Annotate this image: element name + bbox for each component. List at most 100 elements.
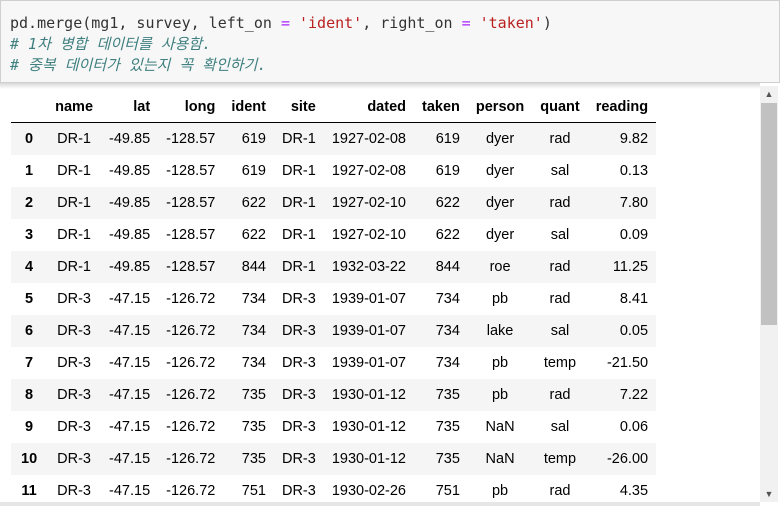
cell-ident: 734 — [241, 323, 266, 339]
table-row: 4 DR-1 -49.85 -128.57 844 DR-1 1932-03-22 844 ro… — [11, 251, 657, 283]
cell-quant: rad — [549, 259, 571, 275]
dataframe-table: name lat long ident site dated taken person quan… — [11, 92, 657, 506]
cell-quant: sal — [550, 227, 570, 243]
cell-ident: 844 — [241, 259, 266, 275]
cell-dated: 1927-02-10 — [331, 227, 406, 243]
cell-lat: -47.15 — [109, 355, 151, 371]
cell-person: pb — [491, 355, 509, 371]
cell-ident: 734 — [241, 355, 266, 371]
vertical-scrollbar[interactable]: ▲ ▼ — [760, 86, 778, 502]
cell-name: DR-3 — [57, 387, 91, 403]
code-comment: # 1차 병합 데이터를 사용함. — [10, 35, 212, 53]
cell-quant: rad — [549, 291, 571, 307]
row-index: 0 — [25, 131, 34, 147]
horizontal-scroll-track — [0, 502, 760, 506]
cell-reading: 7.22 — [619, 387, 649, 403]
cell-site: DR-1 — [281, 259, 316, 275]
cell-name: DR-1 — [57, 259, 91, 275]
cell-ident: 619 — [241, 163, 266, 179]
cell-person: dyer — [485, 163, 515, 179]
cell-person: pb — [491, 291, 509, 307]
cell-quant: rad — [549, 195, 571, 211]
column-header-lat: lat — [101, 92, 159, 123]
cell-ident: 735 — [241, 451, 266, 467]
cell-person: NaN — [485, 419, 515, 435]
cell-quant: rad — [549, 387, 571, 403]
output-area[interactable]: name lat long ident site dated taken person quan… — [0, 83, 782, 506]
cell-long: -128.57 — [166, 131, 216, 147]
scroll-up-icon[interactable]: ▲ — [760, 86, 778, 102]
code-comment: # 중복 데이터가 있는지 꼭 확인하기. — [10, 56, 267, 74]
cell-long: -126.72 — [166, 291, 216, 307]
row-index: 8 — [25, 387, 34, 403]
row-index: 5 — [25, 291, 34, 307]
cell-dated: 1927-02-08 — [331, 163, 406, 179]
cell-name: DR-3 — [57, 323, 91, 339]
cell-reading: 7.80 — [619, 195, 649, 211]
cell-taken: 734 — [435, 323, 460, 339]
cell-name: DR-1 — [57, 163, 91, 179]
cell-person: roe — [489, 259, 511, 275]
cell-ident: 735 — [241, 419, 266, 435]
cell-lat: -47.15 — [109, 451, 151, 467]
cell-taken: 735 — [435, 419, 460, 435]
row-index: 1 — [25, 163, 34, 179]
column-header-dated: dated — [323, 92, 414, 123]
cell-reading: 9.82 — [619, 131, 649, 147]
cell-person: NaN — [485, 451, 515, 467]
cell-taken: 735 — [435, 387, 460, 403]
cell-lat: -49.85 — [109, 227, 151, 243]
cell-dated: 1939-01-07 — [331, 323, 406, 339]
cell-site: DR-3 — [281, 387, 316, 403]
cell-dated: 1930-01-12 — [331, 451, 406, 467]
cell-quant: sal — [550, 323, 570, 339]
code-cell[interactable]: pd.merge(mg1, survey, left_on = 'ident',… — [0, 0, 780, 83]
cell-taken: 619 — [435, 163, 460, 179]
cell-reading: -21.50 — [606, 355, 649, 371]
cell-site: DR-1 — [281, 163, 316, 179]
cell-reading: 0.05 — [619, 323, 649, 339]
cell-dated: 1939-01-07 — [331, 291, 406, 307]
cell-long: -126.72 — [166, 419, 216, 435]
cell-quant: temp — [543, 355, 577, 371]
cell-long: -126.72 — [166, 451, 216, 467]
cell-site: DR-1 — [281, 131, 316, 147]
scroll-down-icon[interactable]: ▼ — [760, 486, 778, 502]
cell-ident: 622 — [241, 195, 266, 211]
code-string: 'ident' — [299, 14, 363, 32]
cell-name: DR-3 — [57, 291, 91, 307]
cell-dated: 1939-01-07 — [331, 355, 406, 371]
output-divider-shadow — [0, 83, 760, 89]
cell-reading: 0.09 — [619, 227, 649, 243]
cell-dated: 1932-03-22 — [331, 259, 406, 275]
cell-taken: 844 — [435, 259, 460, 275]
cell-site: DR-1 — [281, 195, 316, 211]
cell-name: DR-1 — [57, 227, 91, 243]
cell-lat: -47.15 — [109, 291, 151, 307]
scrollbar-thumb[interactable] — [761, 103, 777, 325]
table-header-row: name lat long ident site dated taken person quan… — [11, 92, 657, 123]
cell-reading: 8.41 — [619, 291, 649, 307]
row-index: 2 — [25, 195, 34, 211]
table-row: 10 DR-3 -47.15 -126.72 735 DR-3 1930-01-12 735 N… — [11, 443, 657, 475]
column-header-long: long — [158, 92, 224, 123]
cell-dated: 1927-02-10 — [331, 195, 406, 211]
column-header-site: site — [273, 92, 324, 123]
cell-quant: sal — [550, 163, 570, 179]
cell-long: -128.57 — [166, 227, 216, 243]
cell-dated: 1930-01-12 — [331, 419, 406, 435]
cell-lat: -47.15 — [109, 419, 151, 435]
cell-taken: 622 — [435, 227, 460, 243]
cell-quant: rad — [549, 131, 571, 147]
cell-lat: -49.85 — [109, 163, 151, 179]
cell-long: -128.57 — [166, 259, 216, 275]
table-row: 1 DR-1 -49.85 -128.57 619 DR-1 1927-02-08 619 dy… — [11, 155, 656, 187]
table-row: 2 DR-1 -49.85 -128.57 622 DR-1 1927-02-10 622 dy… — [11, 187, 657, 219]
column-header-quant: quant — [532, 92, 588, 123]
cell-long: -128.57 — [166, 195, 216, 211]
cell-taken: 735 — [435, 451, 460, 467]
cell-reading: 11.25 — [612, 259, 649, 275]
cell-site: DR-3 — [281, 291, 316, 307]
row-index: 7 — [25, 355, 34, 371]
table-row: 5 DR-3 -47.15 -126.72 734 DR-3 1939-01-07 734 pb… — [11, 283, 656, 315]
